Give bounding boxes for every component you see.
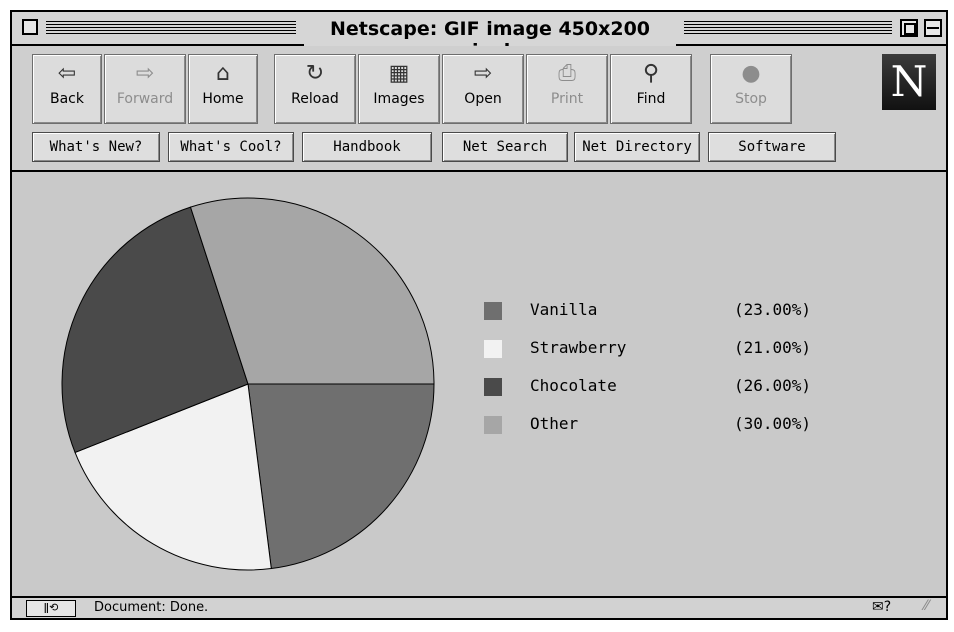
legend-item: Strawberry (21.00%) [484,336,864,374]
images-label: Images [373,91,425,107]
print-icon: ⎙ [558,61,576,86]
net-search-button[interactable]: Net Search [442,132,568,162]
net-directory-button[interactable]: Net Directory [574,132,700,162]
home-label: Home [202,91,244,107]
pie-chart [61,197,435,571]
page-content: Vanilla (23.00%) Strawberry (21.00%) Cho… [12,172,946,600]
forward-label: Forward [116,91,174,107]
legend-label: Chocolate [530,376,617,395]
status-bar: ǁ⟲ Document: Done. ✉? ⁄⁄ [12,596,946,618]
back-button[interactable]: ⇦ Back [32,54,102,124]
legend-label: Vanilla [530,300,598,319]
resize-grip-icon[interactable]: ⁄⁄ [924,598,929,614]
zoom-box[interactable] [900,19,918,37]
legend-percent: (21.00%) [734,338,812,357]
forward-arrow-icon: ⇨ [135,61,155,86]
find-button[interactable]: ⚲ Find [610,54,692,124]
mail-icon[interactable]: ✉? [872,599,891,615]
legend-item: Vanilla (23.00%) [484,298,864,336]
stop-button[interactable]: ● Stop [710,54,792,124]
forward-button[interactable]: ⇨ Forward [104,54,186,124]
open-label: Open [464,91,502,107]
status-text: Document: Done. [94,600,209,615]
legend-label: Strawberry [530,338,627,357]
print-button[interactable]: ⎙ Print [526,54,608,124]
legend-swatch-vanilla [484,302,502,320]
collapse-box[interactable] [924,19,942,37]
pie-slice-vanilla [247,383,435,570]
legend-swatch-other [484,416,502,434]
reload-button[interactable]: ↻ Reload [274,54,356,124]
whats-new-button[interactable]: What's New? [32,132,160,162]
legend-percent: (26.00%) [734,376,812,395]
whats-cool-button[interactable]: What's Cool? [168,132,294,162]
handbook-button[interactable]: Handbook [302,132,432,162]
images-icon: ▦ [388,61,410,86]
legend-item: Other (30.00%) [484,412,864,450]
title-bar-stripes [684,21,892,35]
images-button[interactable]: ▦ Images [358,54,440,124]
browser-window: Netscape: GIF image 450x200 pixels ⇦ Bac… [10,10,948,620]
back-label: Back [50,91,84,107]
legend-swatch-strawberry [484,340,502,358]
title-bar-stripes [46,21,296,35]
legend-label: Other [530,414,579,433]
stop-icon: ● [741,61,761,86]
reload-icon: ↻ [305,61,325,86]
open-button[interactable]: ⇨ Open [442,54,524,124]
netscape-logo[interactable]: N [882,54,936,110]
legend-percent: (23.00%) [734,300,812,319]
open-icon: ⇨ [473,61,493,86]
reload-label: Reload [291,91,339,107]
navigation-toolbar: ⇦ Back ⇨ Forward ⌂ Home ↻ Reload ▦ Image… [12,46,946,172]
home-icon: ⌂ [216,61,230,86]
back-arrow-icon: ⇦ [57,61,77,86]
title-bar[interactable]: Netscape: GIF image 450x200 pixels [12,12,946,62]
stop-label: Stop [735,91,767,107]
find-icon: ⚲ [642,61,660,86]
chart-legend: Vanilla (23.00%) Strawberry (21.00%) Cho… [484,298,864,450]
print-label: Print [550,91,584,107]
software-button[interactable]: Software [708,132,836,162]
legend-swatch-chocolate [484,378,502,396]
legend-percent: (30.00%) [734,414,812,433]
security-lock-icon[interactable]: ǁ⟲ [26,600,76,617]
find-label: Find [636,91,666,107]
home-button[interactable]: ⌂ Home [188,54,258,124]
close-box[interactable] [22,19,38,35]
legend-item: Chocolate (26.00%) [484,374,864,412]
